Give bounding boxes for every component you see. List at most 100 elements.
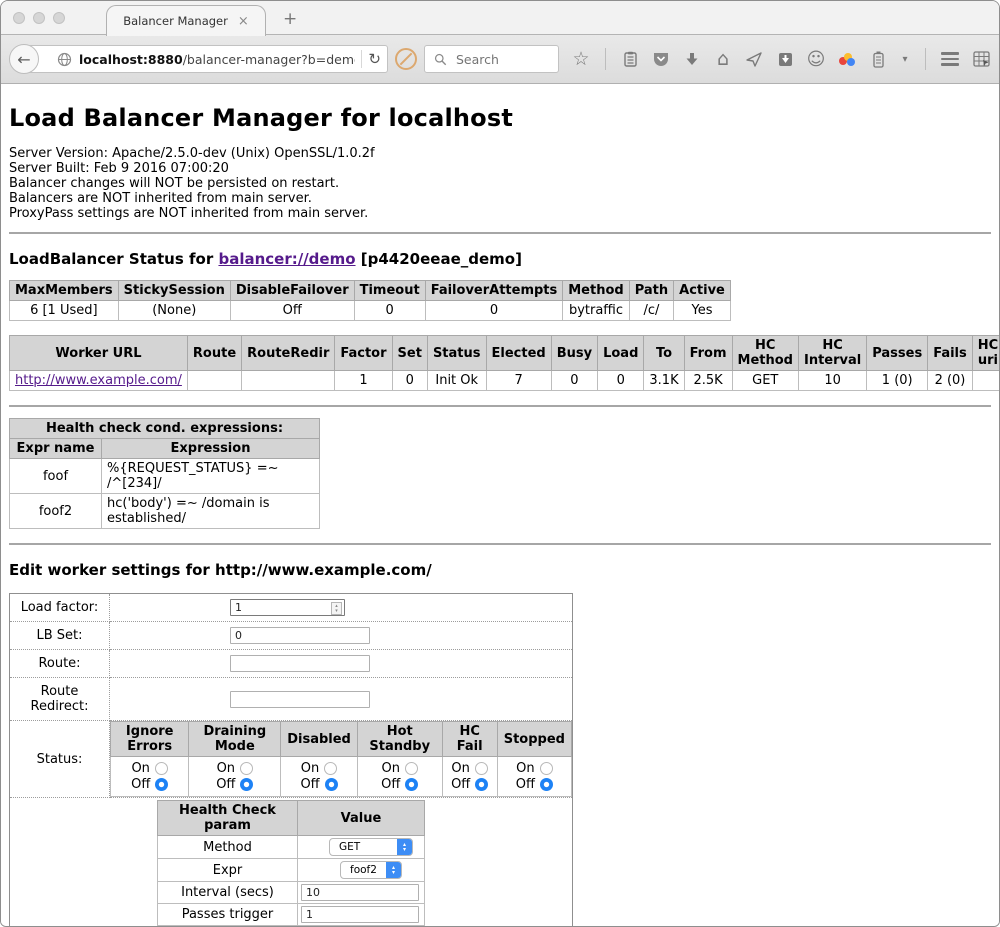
expr-select[interactable]: foof2▴▾ — [340, 861, 402, 879]
smiley-icon[interactable]: ☺ — [807, 50, 825, 68]
zoom-window-button[interactable] — [53, 12, 65, 24]
status-draining-mode-off-radio[interactable] — [240, 778, 253, 791]
method-label: Method — [158, 836, 298, 859]
status-hot-standby-on-radio[interactable] — [405, 762, 418, 775]
status-ignore-errors-off-radio[interactable] — [155, 778, 168, 791]
status-hc-fail-off-radio[interactable] — [475, 778, 488, 791]
expr-label: Expr — [158, 859, 298, 882]
search-input[interactable] — [454, 51, 552, 68]
url-text[interactable]: localhost:8880/balancer-manager?b=demo&w… — [79, 52, 355, 67]
menu-icon[interactable] — [941, 52, 959, 66]
new-tab-button[interactable]: + — [283, 9, 297, 29]
search-bar[interactable] — [424, 45, 559, 73]
load-factor-label: Load factor: — [10, 594, 110, 622]
inherit-note-line: Balancers are NOT inherited from main se… — [9, 191, 991, 206]
pocket-icon[interactable] — [652, 50, 670, 68]
server-info: Server Version: Apache/2.5.0-dev (Unix) … — [9, 146, 991, 221]
page-title: Load Balancer Manager for localhost — [9, 104, 991, 132]
divider — [9, 543, 991, 545]
status-label: Status: — [10, 721, 110, 798]
status-hot-standby-off-radio[interactable] — [405, 778, 418, 791]
bookmark-star-icon[interactable]: ☆ — [572, 50, 590, 68]
home-icon[interactable]: ⌂ — [714, 50, 732, 68]
save-to-pocket-icon[interactable] — [776, 50, 794, 68]
persist-note-line: Balancer changes will NOT be persisted o… — [9, 176, 991, 191]
number-spinner-icon[interactable]: ▴▾ — [331, 602, 342, 615]
table-row: foof2 hc('body') =~ /domain is establish… — [10, 494, 320, 529]
download-icon[interactable] — [683, 50, 701, 68]
lb-set-label: LB Set: — [10, 622, 110, 650]
grid-panel-icon[interactable] — [972, 50, 990, 68]
route-redirect-input[interactable] — [230, 691, 370, 708]
active-tab[interactable]: Balancer Manager × — [106, 5, 266, 36]
balancer-status-heading: LoadBalancer Status for balancer://demo … — [9, 250, 991, 268]
proxypass-note-line: ProxyPass settings are NOT inherited fro… — [9, 206, 991, 221]
interval-input[interactable] — [301, 884, 419, 901]
select-stepper-icon: ▴▾ — [397, 838, 412, 856]
toolbar-separator — [605, 48, 606, 70]
tab-bar: Balancer Manager × + — [1, 1, 999, 35]
select-stepper-icon: ▴▾ — [386, 861, 401, 879]
passes-trigger-label: Passes trigger — [158, 904, 298, 926]
url-path: /balancer-manager?b=demo&w=http://www.ex… — [183, 52, 356, 67]
form-row-route: Route: — [10, 650, 573, 678]
balancer-status-table: MaxMembers StickySession DisableFailover… — [9, 280, 731, 321]
status-disabled-off-radio[interactable] — [325, 778, 338, 791]
form-row-route-redirect: Route Redirect: — [10, 678, 573, 721]
route-label: Route: — [10, 650, 110, 678]
health-check-table: Health Check param Value Method GET▴▾ Ex… — [157, 800, 425, 926]
form-row-lb-set: LB Set: — [10, 622, 573, 650]
clipboard-icon[interactable] — [621, 50, 639, 68]
window-controls — [13, 12, 65, 24]
edit-worker-heading: Edit worker settings for http://www.exam… — [9, 561, 991, 579]
close-tab-icon[interactable]: × — [238, 14, 249, 29]
minimize-window-button[interactable] — [33, 12, 45, 24]
passes-trigger-input[interactable] — [301, 906, 419, 923]
url-divider — [361, 50, 362, 68]
tab-title: Balancer Manager — [123, 14, 228, 28]
status-stopped-on-radio[interactable] — [540, 762, 553, 775]
browser-window: Balancer Manager × + ← localhost:8880/ba… — [0, 0, 1000, 927]
status-table: Ignore Errors Draining Mode Disabled Hot… — [110, 721, 572, 797]
url-bar[interactable]: localhost:8880/balancer-manager?b=demo&w… — [28, 45, 388, 73]
page-content: Load Balancer Manager for localhost Serv… — [1, 84, 999, 926]
form-row-load-factor: Load factor: ▴▾ — [10, 594, 573, 622]
reload-icon[interactable]: ↻ — [368, 50, 381, 68]
edit-worker-form: Load factor: ▴▾ LB Set: Route: Route Red… — [9, 593, 573, 926]
worker-status-table: Worker URL Route RouteRedir Factor Set S… — [9, 335, 999, 391]
route-redirect-label: Route Redirect: — [10, 678, 110, 721]
table-row: foof %{REQUEST_STATUS} =~ /^[234]/ — [10, 459, 320, 494]
table-row: http://www.example.com/ 1 0 Init Ok 7 0 … — [10, 371, 1000, 391]
status-ignore-errors-on-radio[interactable] — [155, 762, 168, 775]
load-factor-input[interactable] — [230, 599, 345, 616]
status-disabled-on-radio[interactable] — [324, 762, 337, 775]
interval-label: Interval (secs) — [158, 882, 298, 904]
overflow-caret-icon[interactable]: ▾ — [900, 50, 910, 68]
divider — [9, 232, 991, 234]
method-select[interactable]: GET▴▾ — [329, 838, 413, 856]
toolbar-icons: ☆ ⌂ ☺ — [572, 48, 990, 70]
toolbar-separator — [925, 48, 926, 70]
table-row: 6 [1 Used] (None) Off 0 0 bytraffic /c/ … — [10, 301, 731, 321]
worker-url-link[interactable]: http://www.example.com/ — [15, 373, 182, 388]
form-row-health-check: Health Check param Value Method GET▴▾ Ex… — [10, 798, 573, 927]
globe-icon — [55, 50, 73, 68]
send-to-device-icon[interactable] — [745, 50, 763, 68]
divider — [9, 405, 991, 407]
search-icon — [431, 50, 449, 68]
device-battery-icon[interactable] — [869, 50, 887, 68]
close-window-button[interactable] — [13, 12, 25, 24]
server-built-line: Server Built: Feb 9 2016 07:00:20 — [9, 161, 991, 176]
balancer-link[interactable]: balancer://demo — [218, 250, 355, 268]
colorful-extension-icon[interactable] — [838, 50, 856, 68]
back-button[interactable]: ← — [9, 44, 39, 74]
status-draining-mode-on-radio[interactable] — [240, 762, 253, 775]
server-version-line: Server Version: Apache/2.5.0-dev (Unix) … — [9, 146, 991, 161]
url-host: localhost:8880 — [79, 52, 183, 67]
route-input[interactable] — [230, 655, 370, 672]
status-stopped-off-radio[interactable] — [540, 778, 553, 791]
status-hc-fail-on-radio[interactable] — [475, 762, 488, 775]
lb-set-input[interactable] — [230, 627, 370, 644]
content-blocked-icon[interactable] — [395, 48, 417, 70]
form-row-status: Status: Ignore Errors Draining Mode Disa… — [10, 721, 573, 798]
